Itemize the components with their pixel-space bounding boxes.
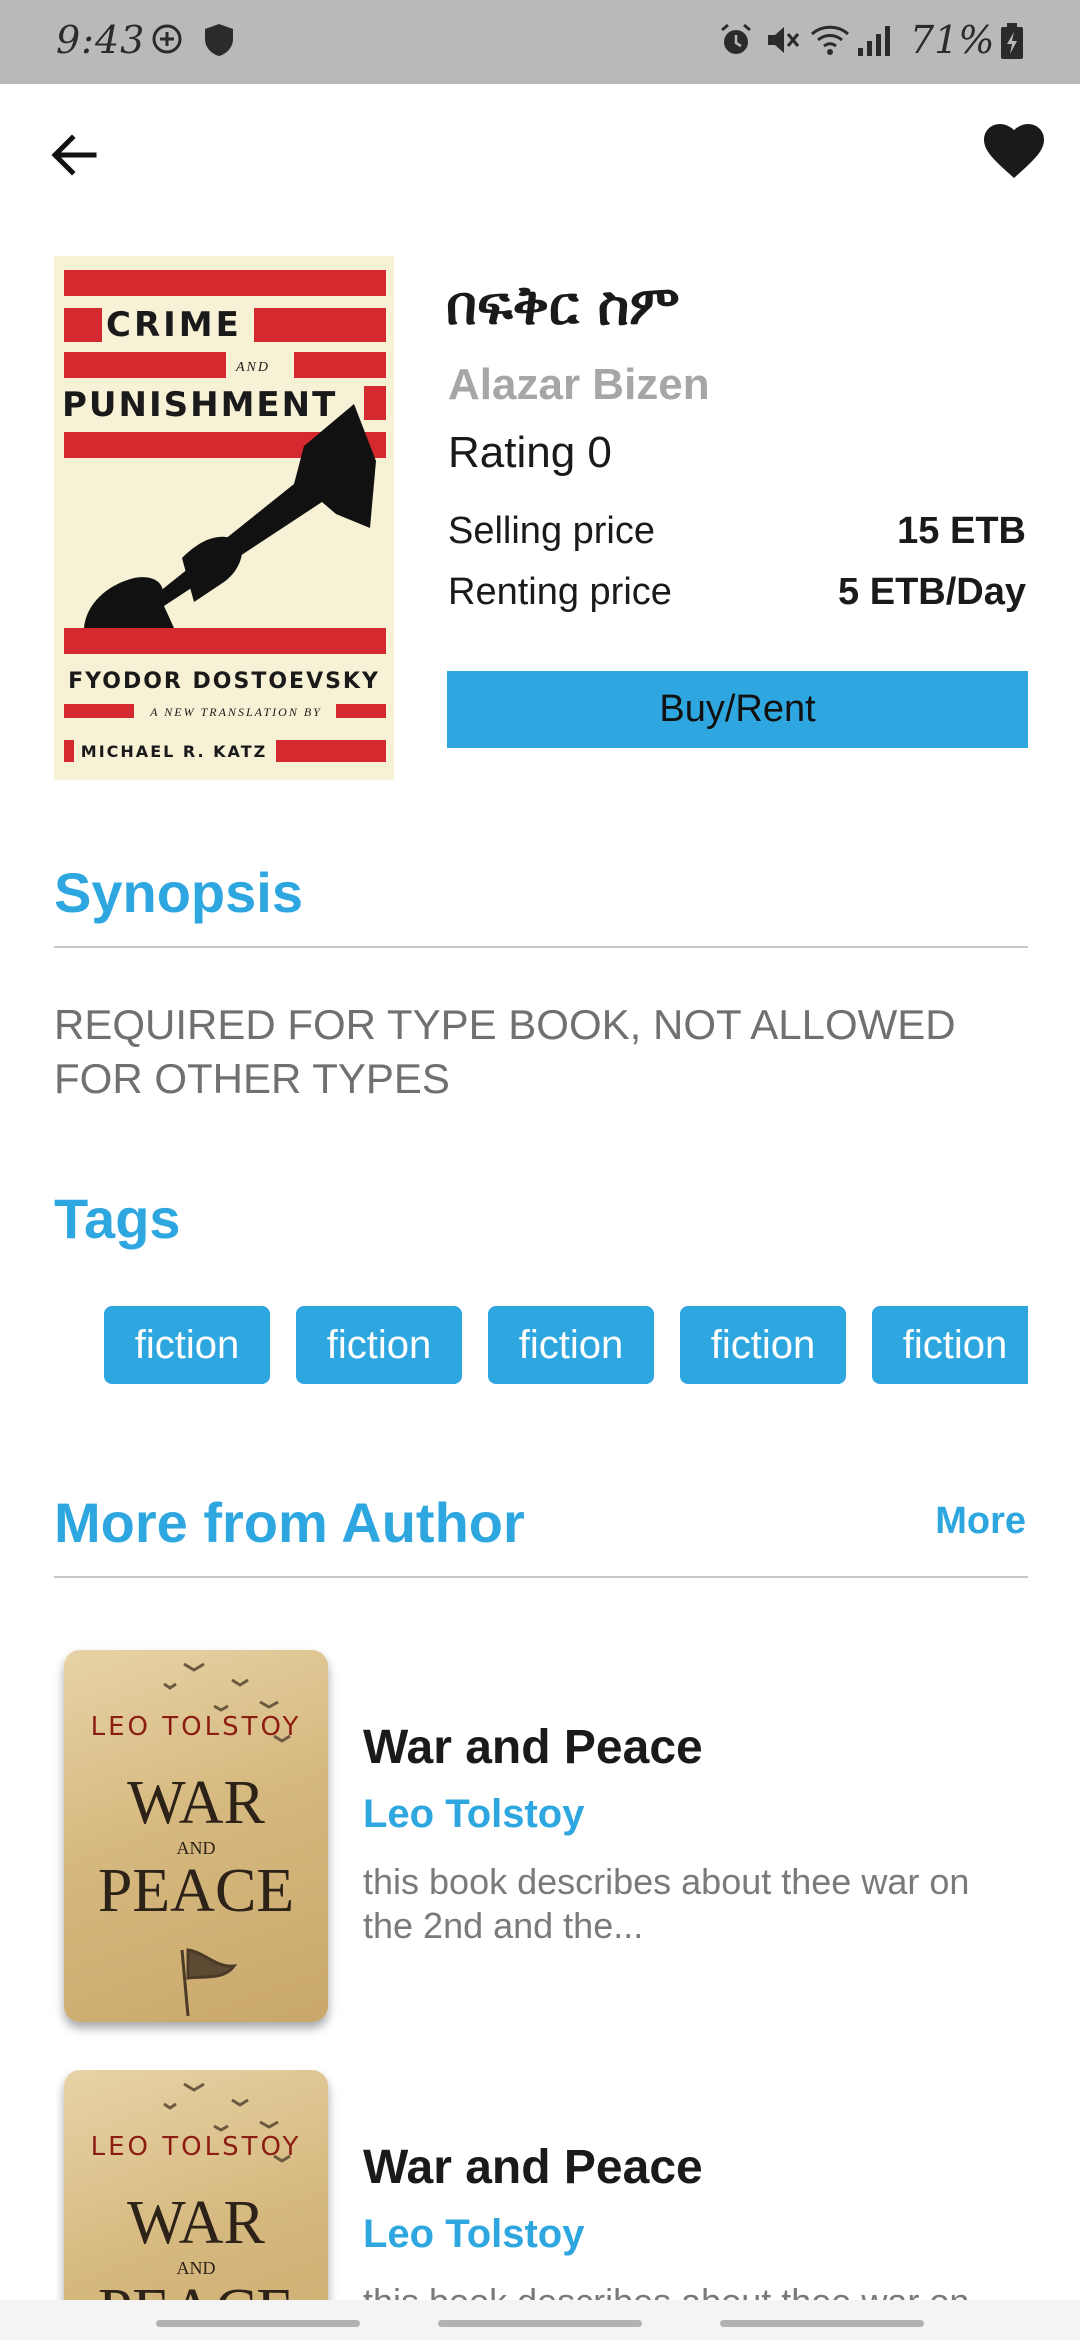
cover-author: LEO TOLSTOY [90,1712,302,1742]
cover-translation-note: A NEW TRANSLATION BY [149,705,322,719]
cover-translator: MICHAEL R. KATZ [81,742,267,761]
cover-title-war: WAR [127,1769,265,1837]
synopsis-text: REQUIRED FOR TYPE BOOK, NOT ALLOWED FOR … [54,1001,956,1102]
cover-title-peace: PEACE [64,2276,328,2300]
tag-chip[interactable]: fiction [680,1306,846,1384]
author-book-cover: LEO TOLSTOY WAR AND PEACE [64,2070,328,2300]
author-book-title: War and Peace [363,2141,703,2194]
author-book-title: War and Peace [363,1721,703,1774]
cover-author: LEO TOLSTOY [90,2132,302,2162]
cover-title-peace: PEACE [97,1857,295,1925]
book-cover: CRIME AND PUNISHMENT FYODOR DOSTOEVSKY A… [54,256,394,780]
author-book-description: this book describes about thee war on th… [363,1861,970,1946]
signal-icon [858,26,890,56]
tags-list[interactable]: fiction fiction fiction fiction fiction [104,1306,1028,1386]
back-button[interactable] [44,124,104,184]
shield-icon [205,24,233,56]
more-from-author-heading: More from Author [54,1491,525,1554]
more-link[interactable]: More [935,1500,1026,1543]
synopsis-heading: Synopsis [54,861,303,924]
tag-chip[interactable]: fiction [872,1306,1028,1384]
buy-rent-button[interactable]: Buy/Rent [447,671,1028,748]
cover-title-line1: CRIME [106,305,242,345]
arrow-left-icon [51,134,97,176]
author-book-author[interactable]: Leo Tolstoy [363,2212,584,2257]
data-saver-icon [152,24,182,54]
cover-title-and: AND [235,360,270,375]
cover-title-war: WAR [127,2189,265,2257]
alarm-icon [721,23,751,54]
author-book-description: this book describes about thee war on th… [363,2280,1023,2300]
battery-charging-icon [1001,23,1023,59]
book-cover-art: CRIME AND PUNISHMENT FYODOR DOSTOEVSKY A… [54,256,394,780]
tags-heading: Tags [54,1187,181,1250]
selling-price-label: Selling price [448,510,655,552]
author-book-card[interactable]: LEO TOLSTOY WAR AND PEACE War and Peace … [54,2070,1028,2300]
author-section-divider [54,1576,1028,1578]
nav-home-handle[interactable] [438,2320,642,2327]
heart-icon [984,124,1044,178]
renting-price-value: 5 ETB/Day [838,571,1026,613]
battery-percent: 71% [910,18,995,62]
book-title: በፍቅር ስም [446,274,680,337]
tag-chip[interactable]: fiction [296,1306,462,1384]
author-book-author[interactable]: Leo Tolstoy [363,1792,584,1837]
author-book-card[interactable]: LEO TOLSTOY WAR AND PEACE War and Peace … [54,1650,1028,2050]
book-rating: Rating 0 [448,428,612,477]
synopsis-divider [54,946,1028,948]
status-time: 9:43 [56,18,146,62]
nav-recent-handle[interactable] [156,2320,360,2327]
author-book-cover: LEO TOLSTOY WAR AND PEACE [64,1650,328,2022]
selling-price-value: 15 ETB [897,510,1026,552]
favorite-button[interactable] [984,124,1050,184]
tag-chip[interactable]: fiction [488,1306,654,1384]
cover-author: FYODOR DOSTOEVSKY [68,669,380,694]
status-bar: 9:43 71% [0,0,1080,84]
cover-title-line2: PUNISHMENT [62,385,337,425]
mute-icon [768,27,800,53]
renting-price-label: Renting price [448,571,672,613]
tag-chip[interactable]: fiction [104,1306,270,1384]
system-navigation-bar [0,2300,1080,2340]
book-author[interactable]: Alazar Bizen [448,360,710,410]
nav-back-handle[interactable] [720,2320,924,2327]
wifi-icon [810,25,850,55]
